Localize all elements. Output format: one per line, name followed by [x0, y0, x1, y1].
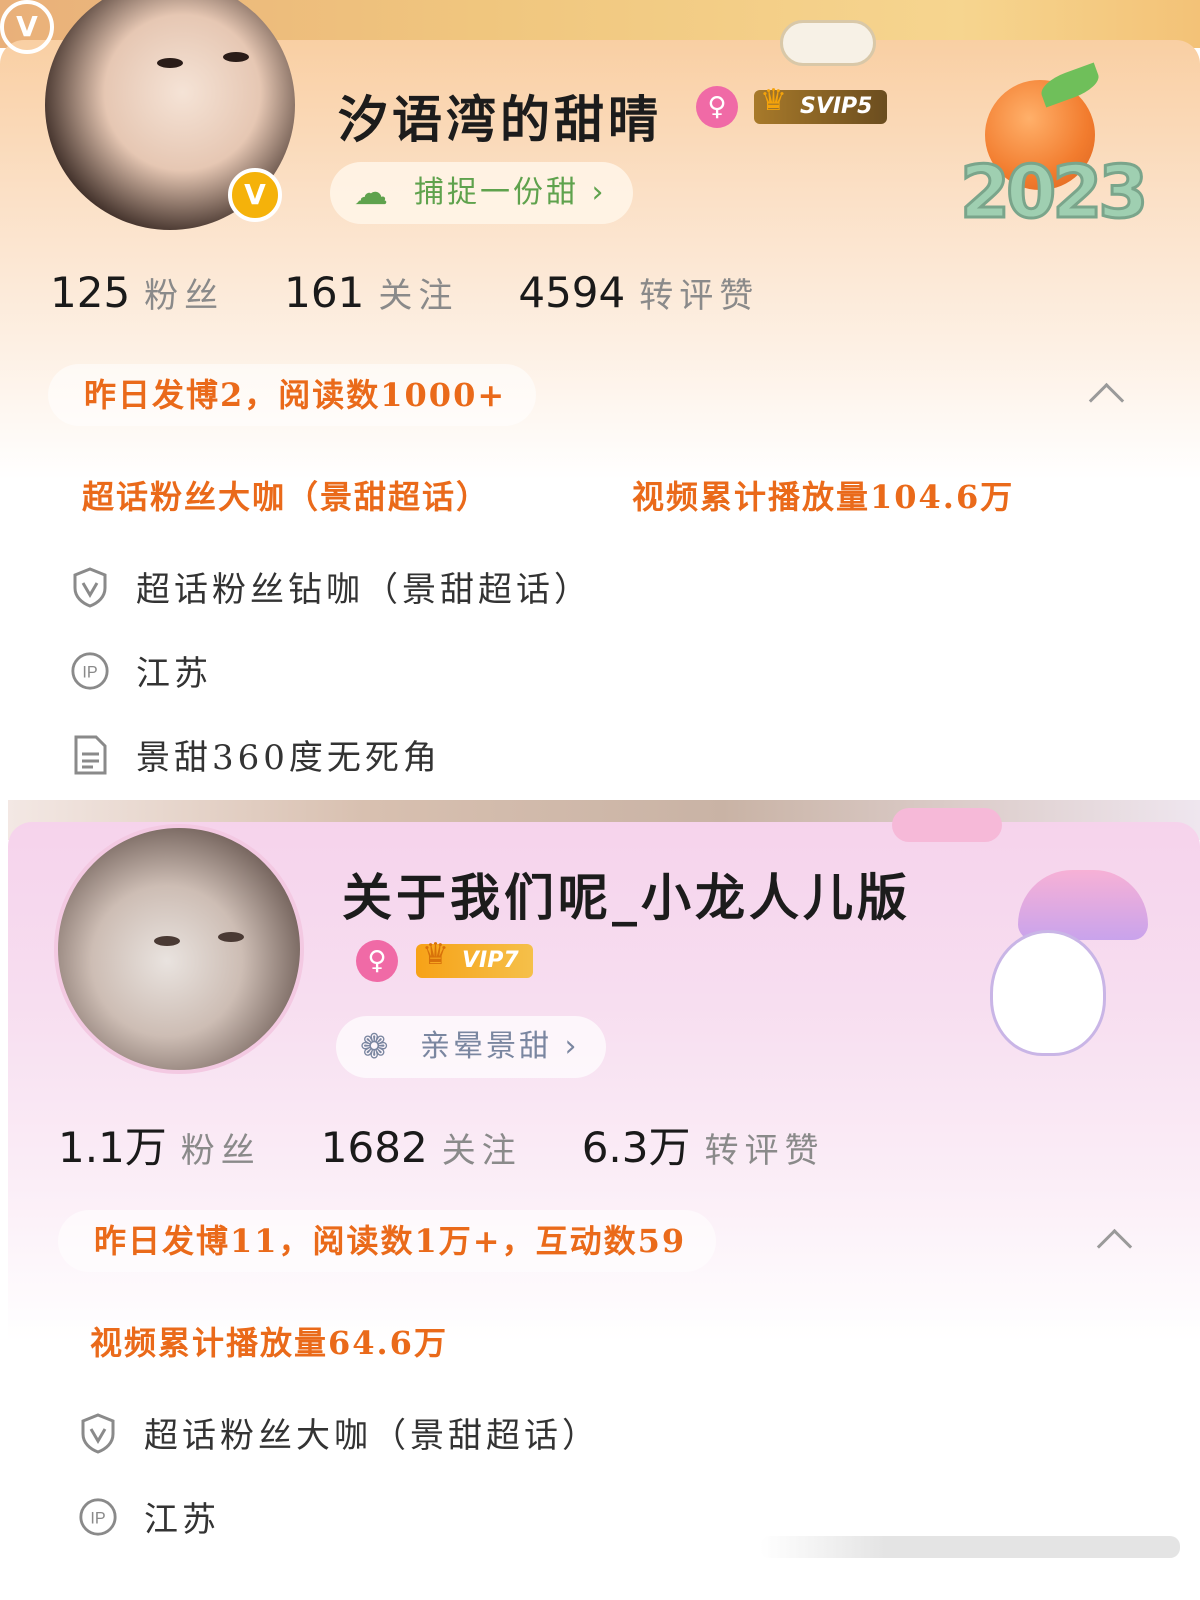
- stat-value: 1.1万: [58, 1123, 167, 1172]
- profile-card-1: 2023 V 汐语湾的甜晴 ♀ ♛ SVIP5 ☁ 捕捉一份甜 › 125 粉丝 1…: [0, 0, 1200, 800]
- vip-badge[interactable]: ♛ SVIP5: [754, 84, 887, 124]
- info-row-bio[interactable]: 景甜360度无死角: [70, 730, 441, 779]
- ip-icon: IP: [78, 1497, 118, 1537]
- info-row-fan-level[interactable]: 超话粉丝钻咖（景甜超话）: [70, 562, 592, 611]
- stat-interactions[interactable]: 6.3万 转评赞: [582, 1114, 825, 1175]
- crown-icon: ♛: [422, 937, 449, 972]
- stat-label: 转评赞: [704, 1131, 825, 1171]
- status-pill[interactable]: ☁ 捕捉一份甜 ›: [330, 162, 633, 224]
- flower-icon: ❁: [360, 1027, 392, 1067]
- document-icon: [70, 735, 110, 775]
- activity-summary[interactable]: 昨日发博11，阅读数1万+，互动数59: [58, 1210, 717, 1272]
- year-decoration: 2023: [958, 149, 1149, 236]
- stat-value: 4594: [518, 268, 626, 317]
- verified-badge-icon: V: [228, 168, 282, 222]
- stat-label: 粉丝: [180, 1131, 261, 1171]
- info-text: 江苏: [144, 1500, 220, 1540]
- female-icon: ♀: [356, 940, 398, 982]
- profile-name: 汐语湾的甜晴: [338, 90, 662, 149]
- stat-label: 关注: [378, 276, 459, 316]
- female-icon: ♀: [696, 86, 738, 128]
- status-pill-label: 亲晕景甜 ›: [420, 1029, 580, 1064]
- info-row-ip-location: IP 江苏: [78, 1492, 220, 1541]
- ip-icon: IP: [70, 651, 110, 691]
- vip-level-label: SVIP5: [800, 94, 873, 119]
- video-play-count: 视频累计播放量64.6万: [90, 1324, 448, 1362]
- info-row-fan-level[interactable]: 超话粉丝大咖（景甜超话）: [78, 1408, 600, 1457]
- profile-name: 关于我们呢_小龙人儿版: [342, 868, 911, 927]
- status-pill-label: 捕捉一份甜 ›: [414, 175, 607, 210]
- stat-label: 粉丝: [144, 276, 225, 316]
- stat-value: 6.3万: [581, 1123, 691, 1172]
- crown-icon: ♛: [760, 83, 787, 118]
- avatar[interactable]: [54, 824, 304, 1074]
- stats-row: 125 粉丝 161 关注 4594 转评赞: [50, 268, 819, 317]
- svg-text:IP: IP: [90, 1509, 105, 1527]
- video-play-count: 视频累计播放量104.6万: [632, 478, 1015, 516]
- cloud-decoration-icon: [780, 20, 876, 66]
- stat-followers[interactable]: 125 粉丝: [50, 268, 224, 317]
- stat-value: 125: [50, 268, 131, 317]
- stats-row: 1.1万 粉丝 1682 关注 6.3万 转评赞: [58, 1114, 884, 1175]
- verified-badge-icon: V: [0, 0, 54, 54]
- stat-interactions[interactable]: 4594 转评赞: [518, 268, 759, 317]
- stat-label: 关注: [441, 1131, 522, 1171]
- fan-badge[interactable]: 超话粉丝大咖（景甜超话）: [82, 472, 490, 518]
- svg-text:IP: IP: [82, 663, 97, 681]
- stat-following[interactable]: 1682 关注: [321, 1123, 522, 1172]
- stat-followers[interactable]: 1.1万 粉丝: [58, 1114, 261, 1175]
- vip-badge[interactable]: ♛ VIP7: [416, 938, 533, 978]
- info-text: 超话粉丝钻咖（景甜超话）: [136, 570, 592, 610]
- info-row-ip-location: IP 江苏: [70, 646, 212, 695]
- stat-following[interactable]: 161 关注: [284, 268, 458, 317]
- cloud-green-icon: ☁: [354, 173, 391, 213]
- status-pill[interactable]: ❁ 亲晕景甜 ›: [336, 1016, 606, 1078]
- shield-v-icon: [70, 566, 110, 608]
- watermark: [760, 1536, 1180, 1558]
- vip-level-label: VIP7: [462, 948, 519, 973]
- shield-v-icon: [78, 1412, 118, 1454]
- ufo-decoration-icon: [892, 808, 1002, 842]
- info-text: 景甜360度无死角: [136, 738, 441, 778]
- stat-value: 1682: [320, 1123, 428, 1172]
- bunny-decoration-icon: [990, 930, 1106, 1056]
- info-text: 超话粉丝大咖（景甜超话）: [144, 1416, 600, 1456]
- stat-label: 转评赞: [639, 276, 760, 316]
- stat-value: 161: [284, 268, 365, 317]
- activity-summary[interactable]: 昨日发博2，阅读数1000+: [48, 364, 537, 426]
- info-text: 江苏: [136, 654, 212, 694]
